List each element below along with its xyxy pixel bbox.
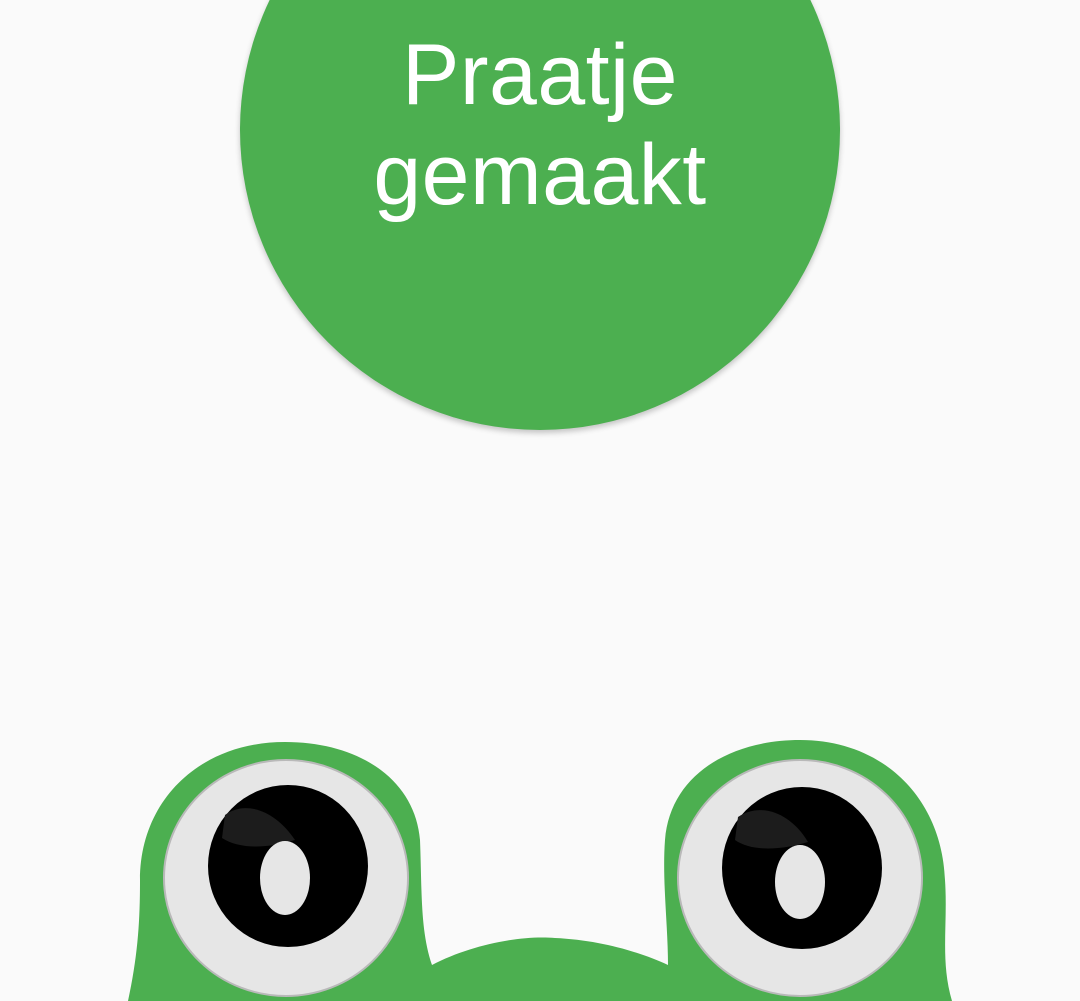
status-line-2: gemaakt [373, 127, 707, 223]
status-bubble[interactable]: Praatje gemaakt [240, 0, 840, 430]
left-eye [163, 759, 409, 997]
status-line-1: Praatje [402, 27, 678, 123]
frog-icon [128, 740, 952, 1001]
status-message: Praatje gemaakt [240, 25, 840, 225]
right-eye [677, 759, 923, 997]
